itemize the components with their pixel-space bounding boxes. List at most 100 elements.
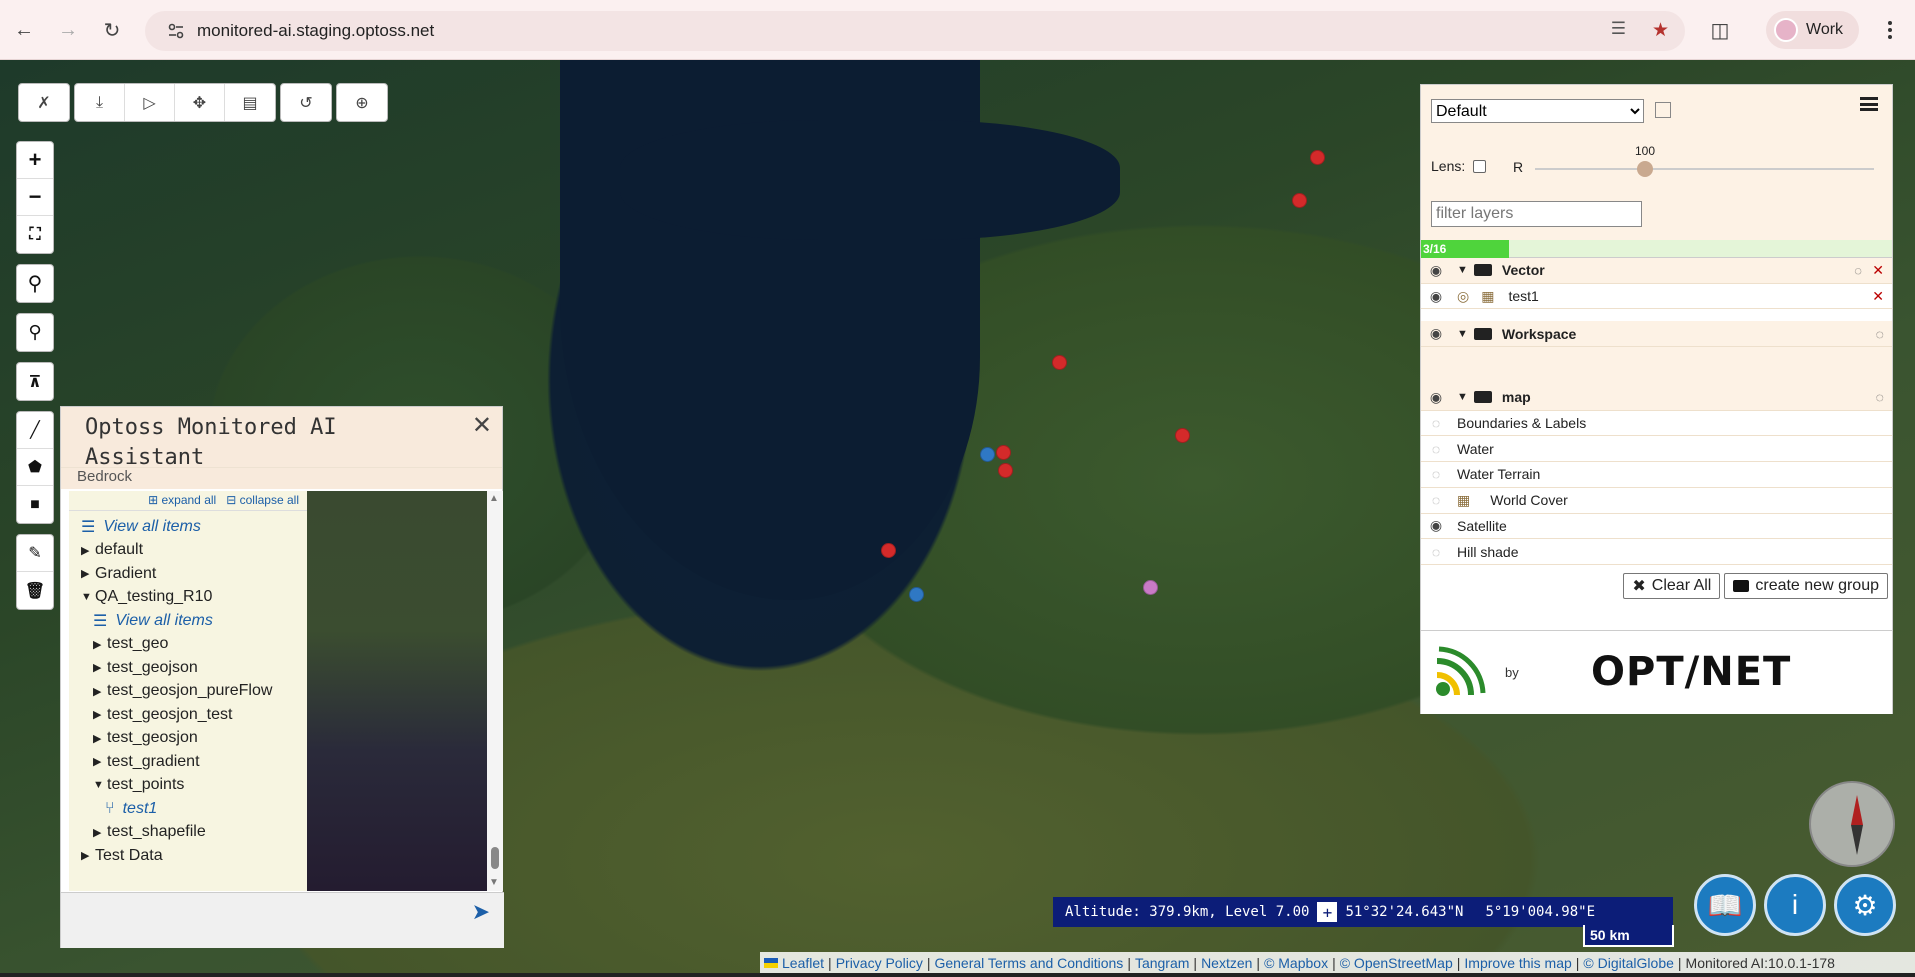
book-icon[interactable]: 📖 — [1694, 874, 1756, 936]
profile-button[interactable]: Work — [1766, 11, 1860, 49]
view-all-items-link[interactable]: ☰ View all items — [69, 609, 313, 633]
add-circle-icon[interactable]: ⊕ — [337, 84, 387, 121]
expand-all-link[interactable]: expand all — [161, 493, 216, 507]
assistant-input[interactable]: ➤ — [61, 892, 504, 948]
group-workspace[interactable]: ◉ ▼ Workspace ◌ — [1421, 321, 1892, 348]
layer-row[interactable]: ◉ Satellite — [1421, 513, 1892, 540]
reset-icon[interactable]: ↺ — [281, 84, 331, 121]
collapse-up-icon[interactable]: ⊼ — [17, 363, 53, 400]
eye-off-icon[interactable]: ◌ — [1421, 466, 1451, 482]
zoom-box-icon[interactable]: ⚲ — [17, 314, 53, 351]
attribution-link[interactable]: General Terms and Conditions — [934, 955, 1123, 971]
map-marker[interactable] — [980, 447, 995, 462]
draw-polygon-icon[interactable]: ⬟ — [17, 449, 53, 486]
caret-right-icon[interactable]: ▶ — [93, 755, 107, 768]
scroll-thumb[interactable] — [491, 847, 499, 869]
caret-down-icon[interactable]: ▼ — [1457, 264, 1468, 276]
caret-right-icon[interactable]: ▶ — [93, 685, 107, 698]
map-marker[interactable] — [881, 543, 896, 558]
caret-down-icon[interactable]: ▼ — [81, 591, 95, 603]
back-icon[interactable]: ← — [8, 14, 40, 46]
eye-icon[interactable]: ◉ — [1421, 288, 1451, 305]
attribution-link[interactable]: Improve this map — [1464, 955, 1571, 971]
address-bar[interactable]: monitored-ai.staging.optoss.net ☰ ★ — [145, 11, 1685, 51]
expand-all-icon[interactable]: ⊞ — [148, 493, 158, 507]
hamburger-menu-icon[interactable] — [1860, 97, 1878, 111]
preset-select[interactable]: Default — [1431, 99, 1644, 123]
caret-down-icon[interactable]: ▼ — [1457, 328, 1468, 340]
caret-right-icon[interactable]: ▶ — [93, 826, 107, 839]
attribution-link[interactable]: Tangram — [1135, 955, 1189, 971]
layer-row[interactable]: ◌ Water — [1421, 436, 1892, 463]
eye-off-icon[interactable]: ◌ — [1421, 441, 1451, 457]
tree-scrollbar[interactable]: ▲ ▼ — [487, 491, 503, 891]
extensions-icon[interactable]: ◫ — [1704, 14, 1736, 46]
tree-folder[interactable]: ▼ test_points — [69, 774, 313, 798]
scroll-up-icon[interactable]: ▲ — [489, 493, 499, 504]
attribution-link[interactable]: Nextzen — [1201, 955, 1252, 971]
collapse-all-link[interactable]: collapse all — [240, 493, 299, 507]
video-icon[interactable]: ▷ — [125, 84, 175, 121]
opacity-slider[interactable]: 100 — [1535, 144, 1874, 177]
locate-icon[interactable]: ◎ — [1457, 288, 1469, 305]
compass-icon[interactable] — [1809, 781, 1895, 867]
eye-icon[interactable]: ◉ — [1421, 325, 1451, 342]
attribution-link[interactable]: Privacy Policy — [836, 955, 923, 971]
layer-row[interactable]: ◌ Hill shade — [1421, 539, 1892, 565]
url-text[interactable]: monitored-ai.staging.optoss.net — [197, 21, 434, 41]
caret-right-icon[interactable]: ▶ — [81, 567, 95, 580]
caret-right-icon[interactable]: ▶ — [81, 849, 95, 862]
caret-right-icon[interactable]: ▶ — [93, 708, 107, 721]
map-marker[interactable] — [1052, 355, 1067, 370]
location-pin-icon[interactable]: ⚲ — [17, 265, 53, 302]
attribution-link[interactable]: © DigitalGlobe — [1583, 955, 1673, 971]
eye-off-icon[interactable]: ◌ — [1421, 544, 1451, 560]
tree-folder[interactable]: ▶ test_gradient — [69, 750, 313, 774]
reload-icon[interactable]: ↻ — [96, 14, 128, 46]
no-cursor-icon[interactable]: ✗ — [19, 84, 69, 121]
map-marker[interactable] — [1175, 428, 1190, 443]
view-all-items-link[interactable]: ☰ View all items — [69, 515, 313, 539]
tree-folder[interactable]: ▶ Gradient — [69, 562, 313, 586]
lens-checkbox[interactable] — [1473, 159, 1487, 173]
remove-icon[interactable]: ✕ — [1872, 288, 1884, 305]
tree-folder[interactable]: ▶ test_geojson — [69, 656, 313, 680]
attribution-link[interactable]: © OpenStreetMap — [1340, 955, 1453, 971]
layer-row[interactable]: ◌ Boundaries & Labels — [1421, 410, 1892, 437]
grid-icon[interactable] — [1655, 102, 1671, 118]
draw-line-icon[interactable]: ╱ — [17, 412, 53, 449]
edit-icon[interactable]: ✎ — [17, 535, 53, 572]
bookmark-star-icon[interactable]: ★ — [1652, 19, 1669, 42]
group-vector[interactable]: ◉ ▼ Vector ◌ ✕ — [1421, 258, 1892, 284]
send-icon[interactable]: ➤ — [472, 899, 490, 925]
map-marker[interactable] — [1143, 580, 1158, 595]
collapse-all-icon[interactable]: ⊟ — [226, 493, 236, 507]
eye-off-icon[interactable]: ◌ — [1421, 492, 1451, 508]
attribution-link[interactable]: Leaflet — [782, 955, 824, 971]
forward-icon[interactable]: → — [52, 14, 84, 46]
caret-down-icon[interactable]: ▼ — [1457, 391, 1468, 403]
map-marker[interactable] — [996, 445, 1011, 460]
map-marker[interactable] — [909, 587, 924, 602]
hide-icon[interactable]: ◌ — [1876, 389, 1884, 405]
map-marker[interactable] — [1310, 150, 1325, 165]
scroll-down-icon[interactable]: ▼ — [489, 877, 499, 888]
trash-icon[interactable]: 🗑 — [17, 572, 53, 609]
map-marker[interactable] — [998, 463, 1013, 478]
caret-right-icon[interactable]: ▶ — [81, 544, 95, 557]
zoom-in-icon[interactable]: + — [17, 142, 53, 179]
tree-folder[interactable]: ▶ test_geo — [69, 633, 313, 657]
browser-menu-icon[interactable] — [1880, 14, 1900, 46]
close-icon[interactable]: ✕ — [472, 411, 492, 440]
plus-icon[interactable]: + — [1317, 902, 1338, 922]
tree-folder[interactable]: ▶ Test Data — [69, 844, 313, 868]
network-icon[interactable]: ⚙ — [1834, 874, 1896, 936]
tree-leaf-item[interactable]: ⑂ test1 — [69, 797, 313, 821]
attribution-link[interactable]: © Mapbox — [1264, 955, 1328, 971]
move-icon[interactable]: ✥ — [175, 84, 225, 121]
caret-right-icon[interactable]: ▶ — [93, 638, 107, 651]
translate-icon[interactable]: ☰ — [1611, 19, 1626, 42]
tree-folder[interactable]: ▶ test_geosjon_test — [69, 703, 313, 727]
eye-off-icon[interactable]: ◌ — [1421, 415, 1451, 431]
eye-icon[interactable]: ◉ — [1421, 262, 1451, 279]
